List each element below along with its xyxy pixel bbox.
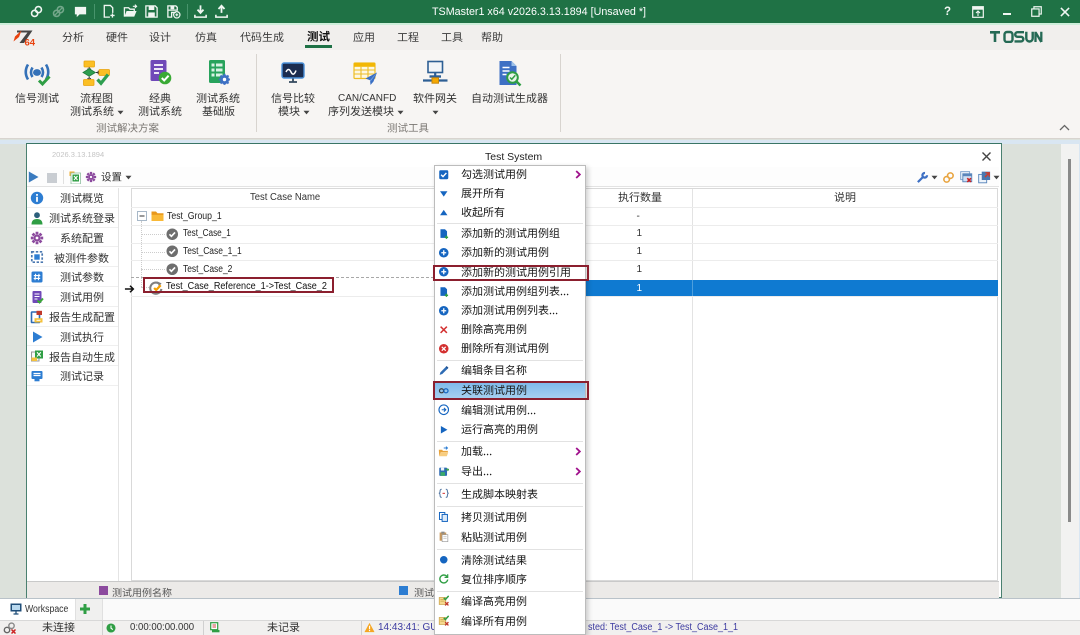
- svg-text:64: 64: [25, 38, 36, 47]
